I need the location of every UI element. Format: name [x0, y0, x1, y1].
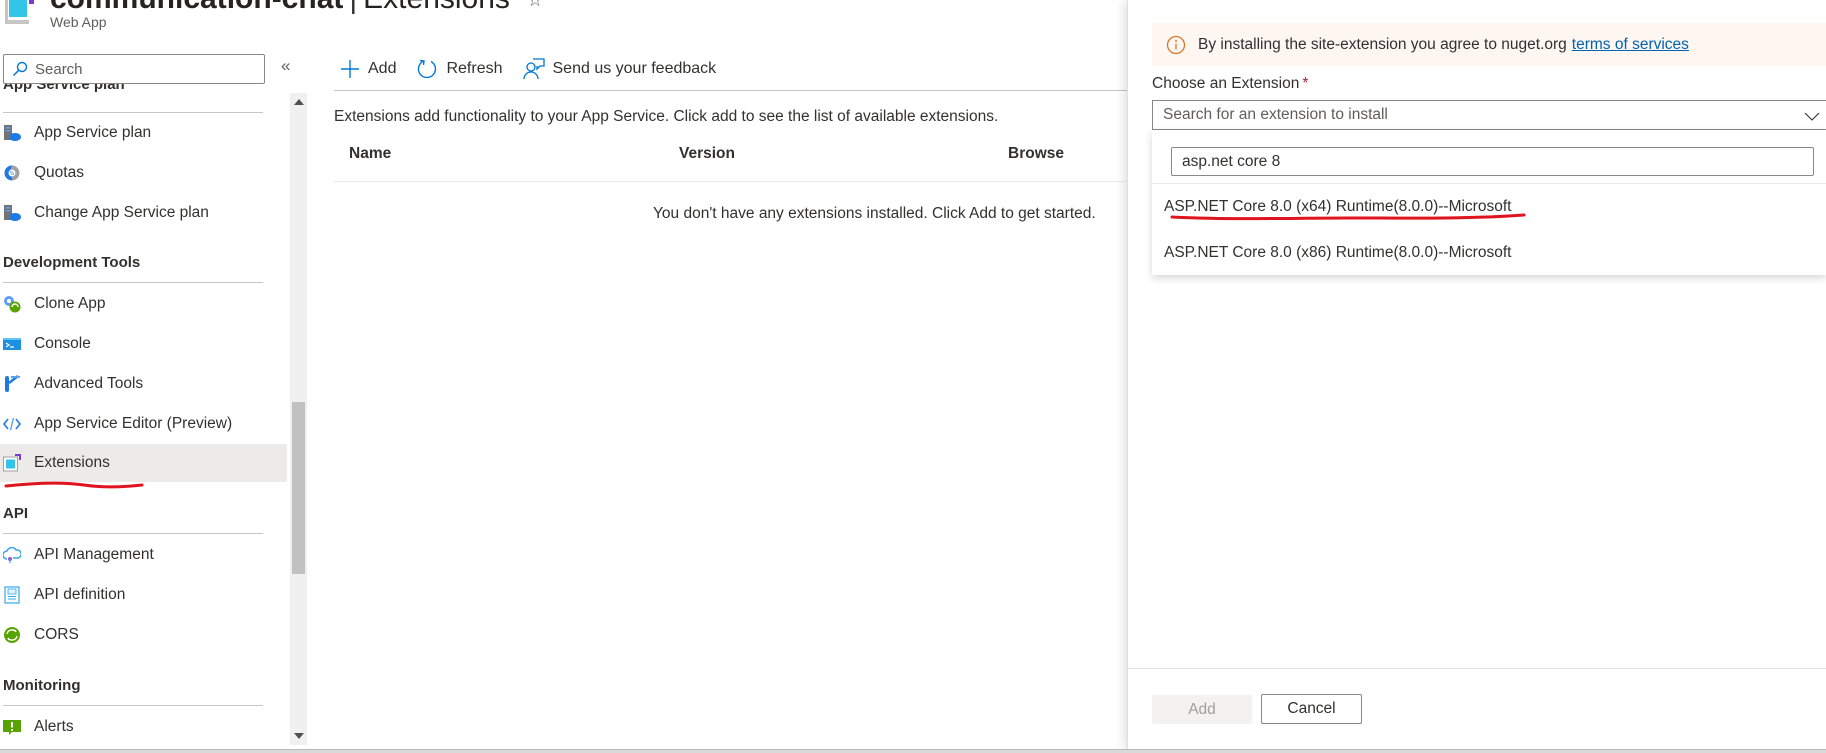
required-marker: * [1302, 75, 1309, 92]
column-header-version[interactable]: Version [679, 145, 735, 163]
extensions-icon [3, 454, 21, 472]
extension-dropdown-list: ASP.NET Core 8.0 (x64) Runtime(8.0.0)--M… [1152, 130, 1826, 275]
sidebar-item-change-app-service-plan[interactable]: Change App Service plan [0, 194, 287, 232]
feedback-label: Send us your feedback [552, 60, 717, 77]
extension-select-dropdown[interactable]: Search for an extension to install [1152, 100, 1826, 130]
sidebar-scrollbar[interactable] [290, 93, 307, 745]
sidebar-item-extensions[interactable]: Extensions [0, 444, 287, 482]
sidebar-item-quotas[interactable]: % Quotas [0, 154, 287, 192]
scroll-down-arrow-icon[interactable] [294, 733, 304, 739]
page-name: Extensions [363, 0, 510, 15]
app-service-plan-icon [4, 125, 21, 141]
sidebar-item-label: API Management [34, 546, 154, 563]
red-annotation-underline [4, 481, 144, 489]
add-button-disabled[interactable]: Add [1152, 695, 1252, 724]
chevron-down-icon[interactable] [1804, 108, 1820, 124]
send-feedback-button[interactable]: Send us your feedback [522, 58, 717, 80]
column-header-name[interactable]: Name [349, 145, 391, 163]
sidebar-search-input[interactable] [35, 60, 245, 78]
sidebar-menu: App Service plan App Service plan % Quot… [0, 84, 290, 750]
page-title: communication-chat | Extensions [50, 0, 510, 16]
console-icon [3, 338, 21, 350]
add-label: Add [368, 60, 397, 77]
sidebar-item-cors[interactable]: CORS [0, 616, 287, 654]
cancel-button[interactable]: Cancel [1261, 694, 1362, 724]
scrollbar-thumb[interactable] [292, 402, 305, 574]
sidebar-item-label: Advanced Tools [34, 375, 144, 392]
sidebar-group-api: API [3, 505, 29, 522]
quotas-icon: % [4, 165, 20, 181]
sidebar-item-label: CORS [34, 626, 79, 643]
select-placeholder: Search for an extension to install [1163, 106, 1388, 123]
extension-option[interactable]: ASP.NET Core 8.0 (x86) Runtime(8.0.0)--M… [1152, 234, 1826, 272]
refresh-icon [418, 59, 437, 79]
sidebar-item-app-service-editor[interactable]: App Service Editor (Preview) [0, 405, 287, 443]
refresh-label: Refresh [446, 60, 503, 77]
sidebar-group-development-tools: Development Tools [3, 254, 141, 271]
feedback-icon [522, 58, 545, 80]
resource-type-subtitle: Web App [50, 14, 107, 30]
sidebar-item-label: Quotas [34, 164, 84, 181]
info-icon [1166, 35, 1186, 54]
sidebar-item-app-service-plan[interactable]: App Service plan [0, 114, 287, 152]
svg-text:%: % [10, 171, 15, 177]
sidebar-item-label: Extensions [34, 454, 110, 471]
sidebar-item-label: App Service Editor (Preview) [34, 415, 233, 432]
sidebar-item-api-definition[interactable]: API definition [0, 576, 287, 614]
resource-name: communication-chat [50, 0, 343, 15]
search-icon [12, 61, 28, 77]
star-icon[interactable]: ☆ [527, 0, 543, 11]
sidebar-item-alerts[interactable]: Alerts [0, 708, 287, 746]
sidebar-item-label: Alerts [34, 718, 74, 735]
sidebar-item-console[interactable]: Console [0, 325, 287, 363]
column-header-browse[interactable]: Browse [1008, 145, 1064, 163]
sidebar-item-label: Console [34, 335, 91, 352]
api-definition-icon [4, 586, 20, 604]
sidebar-item-label: App Service plan [34, 124, 152, 141]
terms-of-services-link[interactable]: terms of services [1572, 36, 1689, 53]
sidebar-divider [3, 533, 263, 534]
alerts-icon [3, 720, 21, 735]
window-bottom-edge [0, 749, 1826, 753]
code-editor-icon [3, 417, 21, 431]
extension-filter-input[interactable] [1171, 147, 1814, 176]
collapse-sidebar-button[interactable]: « [281, 56, 290, 76]
advanced-tools-icon [5, 375, 20, 392]
extensions-description: Extensions add functionality to your App… [334, 108, 999, 125]
sidebar-item-clone-app[interactable]: Clone App [0, 285, 287, 323]
sidebar-item-label: Clone App [34, 295, 106, 312]
sidebar-group-monitoring: Monitoring [3, 677, 81, 694]
sidebar-divider [3, 282, 263, 283]
panel-footer-divider [1127, 668, 1826, 669]
terms-info-banner: By installing the site-extension you agr… [1152, 23, 1826, 66]
table-header-divider [334, 181, 1134, 182]
add-extension-button[interactable]: Add [340, 59, 396, 79]
api-management-icon [3, 546, 21, 563]
sidebar-divider [3, 705, 263, 706]
sidebar-group-app-service-plan: App Service plan [3, 84, 125, 93]
empty-state-message: You don't have any extensions installed.… [653, 205, 1096, 222]
scroll-up-arrow-icon[interactable] [294, 99, 304, 105]
info-text: By installing the site-extension you agr… [1198, 36, 1689, 54]
change-plan-icon [4, 205, 21, 221]
sidebar-divider [3, 112, 263, 113]
clone-app-icon [4, 296, 21, 313]
choose-extension-label: Choose an Extension * [1152, 75, 1308, 93]
sidebar-item-label: API definition [34, 586, 126, 603]
plus-icon [341, 60, 359, 78]
title-separator: | [349, 0, 357, 15]
refresh-button[interactable]: Refresh [416, 58, 503, 80]
sidebar-search-box[interactable] [3, 54, 265, 84]
command-bar: Add Refresh Send us your feedback [340, 55, 736, 83]
cors-icon [4, 627, 20, 643]
sidebar-item-advanced-tools[interactable]: Advanced Tools [0, 365, 287, 403]
info-message: By installing the site-extension you agr… [1198, 35, 1567, 53]
sidebar-item-api-management[interactable]: API Management [0, 536, 287, 574]
dropdown-divider [1152, 183, 1826, 184]
red-annotation-underline [1170, 213, 1526, 221]
toolbar-divider [334, 90, 1134, 91]
choose-extension-text: Choose an Extension [1152, 75, 1300, 92]
sidebar-item-label: Change App Service plan [34, 204, 209, 221]
web-app-logo-icon [4, 0, 36, 26]
